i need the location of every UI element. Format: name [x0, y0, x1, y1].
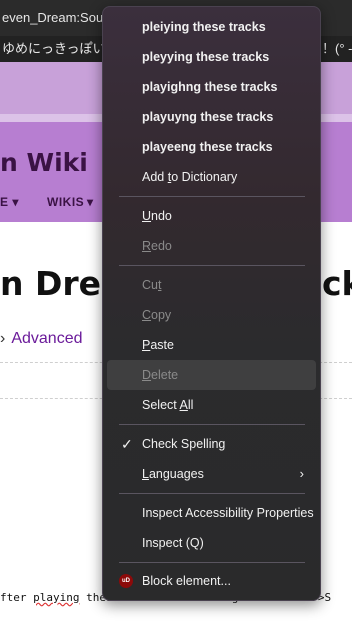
paste-item[interactable]: Paste: [107, 330, 316, 360]
chevron-right-icon: ›: [299, 466, 304, 481]
advanced-toggle[interactable]: › Advanced: [0, 330, 83, 348]
access-key: t: [157, 278, 162, 292]
menu-label: o Dictionary: [171, 170, 238, 184]
tab-title[interactable]: ゆめにっきっぽいゲ: [2, 36, 118, 62]
chevron-down-icon[interactable]: ▾: [87, 195, 94, 209]
misspelled-word[interactable]: playing: [33, 591, 79, 604]
editor-text-prefix: fter: [0, 591, 34, 604]
redo-item[interactable]: Redo: [107, 231, 316, 261]
menu-separator: [119, 265, 305, 266]
add-to-dictionary-item[interactable]: Add to Dictionary: [107, 162, 316, 192]
languages-item[interactable]: Languages ›: [107, 459, 316, 489]
cut-item[interactable]: Cut: [107, 270, 316, 300]
menu-label: anguages: [148, 467, 204, 481]
menu-label: Add: [142, 170, 168, 184]
wiki-title[interactable]: n Wiki: [0, 148, 88, 177]
select-all-item[interactable]: Select All: [107, 390, 316, 420]
check-spelling-item[interactable]: ✓ Check Spelling: [107, 429, 316, 459]
page-title-right: ck: [322, 264, 352, 303]
copy-item[interactable]: Copy: [107, 300, 316, 330]
menu-separator: [119, 493, 305, 494]
nav-item-wikis[interactable]: WIKIS: [47, 195, 84, 209]
menu-label: opy: [151, 308, 172, 322]
window-title-text: even_Dream:Sou: [2, 10, 104, 25]
spelling-suggestion[interactable]: pleiying these tracks: [107, 12, 316, 42]
menu-label: aste: [150, 338, 174, 352]
delete-item[interactable]: Delete: [107, 360, 316, 390]
menu-label: elete: [151, 368, 179, 382]
access-key: R: [142, 239, 152, 253]
spelling-suggestion[interactable]: playeeng these tracks: [107, 132, 316, 162]
menu-label: edo: [151, 239, 172, 253]
menu-separator: [119, 562, 305, 563]
inspect-accessibility-item[interactable]: Inspect Accessibility Properties: [107, 498, 316, 528]
tab-title-right: ！(° -°: [322, 41, 352, 56]
block-element-item[interactable]: uD Block element...: [107, 566, 316, 596]
menu-label: Check Spelling: [142, 437, 226, 451]
inspect-item[interactable]: Inspect (Q): [107, 528, 316, 558]
menu-label: Cu: [142, 278, 158, 292]
check-icon: ✓: [121, 436, 133, 452]
undo-item[interactable]: Undo: [107, 201, 316, 231]
spelling-suggestion[interactable]: playighng these tracks: [107, 72, 316, 102]
advanced-link[interactable]: Advanced: [11, 330, 82, 347]
menu-label: ll: [187, 398, 194, 412]
menu-label: ndo: [151, 209, 172, 223]
access-key: L: [142, 467, 149, 481]
menu-separator: [119, 424, 305, 425]
access-key: A: [179, 398, 188, 412]
menu-separator: [119, 196, 305, 197]
chevron-right-icon: ›: [0, 330, 6, 347]
access-key: C: [142, 308, 152, 322]
access-key: D: [142, 368, 152, 382]
nav-item-explore[interactable]: E ▾: [0, 195, 19, 209]
ublock-icon: uD: [119, 574, 133, 588]
menu-label: Block element...: [142, 574, 231, 588]
spelling-suggestion[interactable]: pleyying these tracks: [107, 42, 316, 72]
context-menu: pleiying these tracks pleyying these tra…: [102, 6, 321, 601]
menu-label: Select: [142, 398, 180, 412]
access-key: U: [142, 209, 152, 223]
spelling-suggestion[interactable]: playuyng these tracks: [107, 102, 316, 132]
